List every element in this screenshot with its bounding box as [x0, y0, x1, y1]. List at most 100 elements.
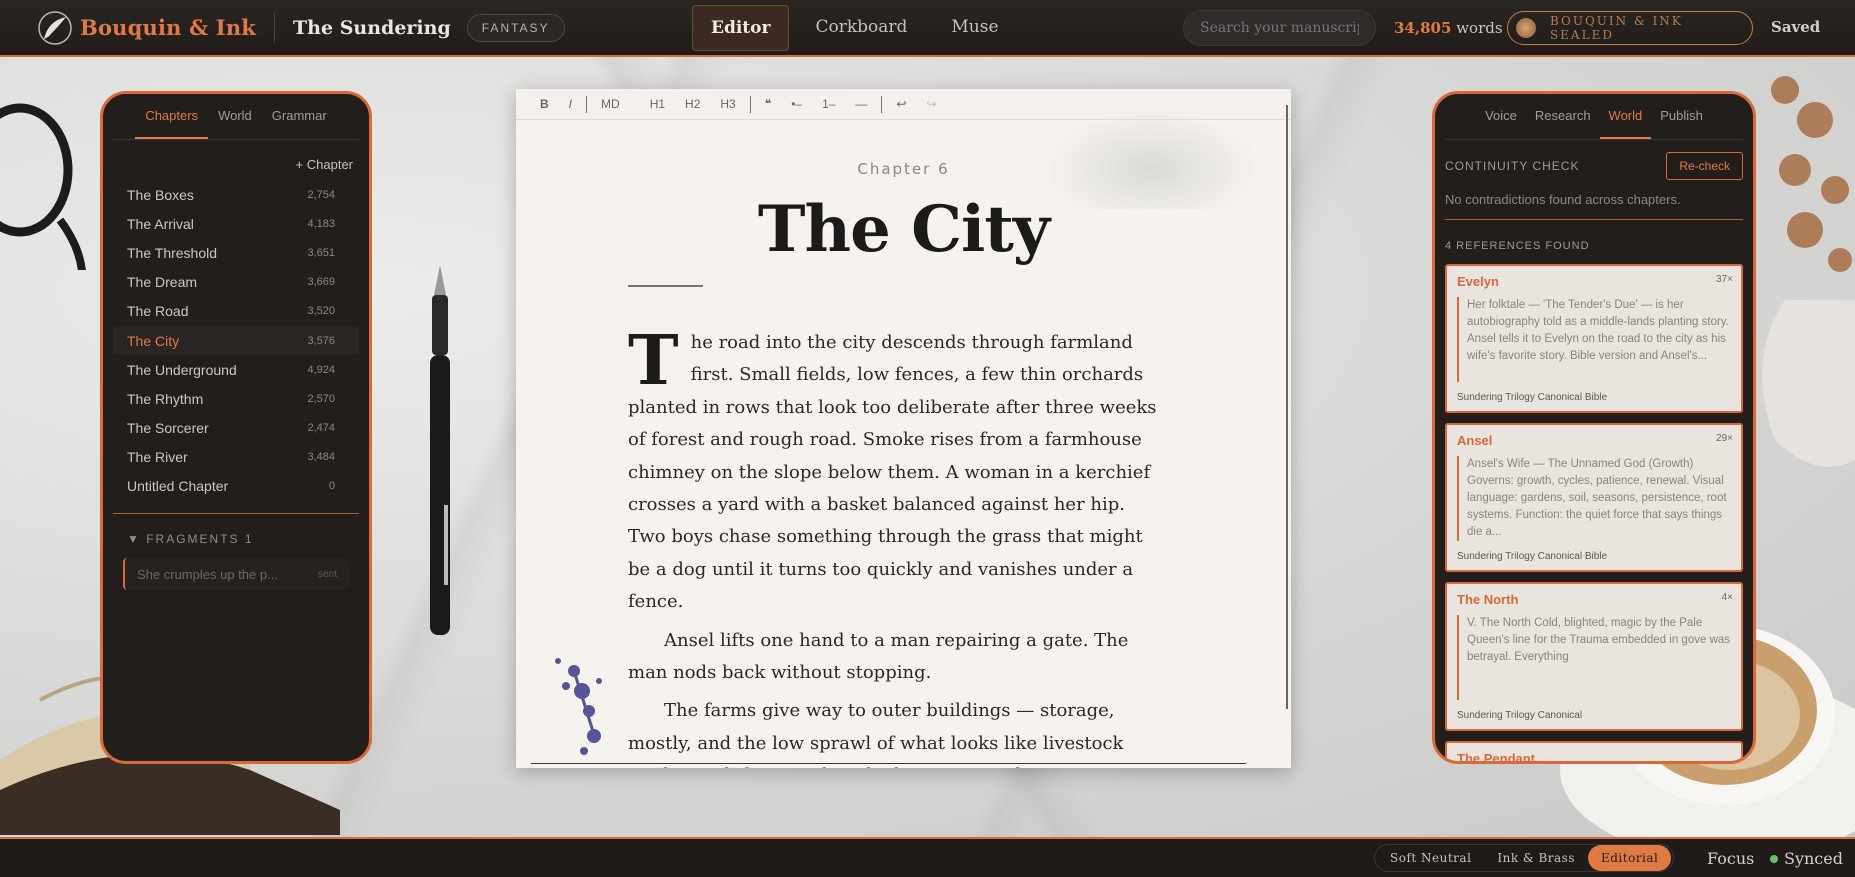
- chapter-name: The Dream: [127, 274, 198, 291]
- chapter-item[interactable]: The Underground 4,924: [113, 355, 359, 384]
- reference-card[interactable]: The North 4× V. The North Cold, blighted,…: [1445, 582, 1743, 731]
- world-panel: Voice Research World Publish CONTINUITY …: [1432, 91, 1756, 764]
- chapter-item[interactable]: The Arrival 4,183: [113, 209, 359, 238]
- watercolor-wash: [1041, 109, 1261, 209]
- reference-excerpt: Ansel's Wife — The Unnamed God (Growth) …: [1457, 456, 1733, 541]
- tab-voice[interactable]: Voice: [1476, 94, 1526, 139]
- chapter-name: Untitled Chapter: [127, 478, 229, 495]
- chapter-word-count: 3,669: [307, 276, 335, 289]
- theme-editorial[interactable]: Editorial: [1587, 845, 1672, 871]
- reference-card[interactable]: The Pendant: [1445, 741, 1743, 761]
- fragment-status: sent: [318, 568, 337, 580]
- search-input[interactable]: [1183, 10, 1376, 46]
- fragment-text: She crumples up the p...: [137, 566, 278, 582]
- chapter-item[interactable]: The Dream 3,669: [113, 268, 359, 297]
- chapter-word-count: 2,754: [307, 188, 335, 201]
- manuscript-editor[interactable]: B I MD H1 H2 H3 ❝ •– 1– — ↩ ↪ Chapter 6 …: [516, 89, 1291, 768]
- theme-ink-brass[interactable]: Ink & Brass: [1484, 851, 1588, 865]
- chapter-item-active[interactable]: The City 3,576: [113, 325, 359, 356]
- paragraph-text: he road into the city descends through f…: [628, 332, 1157, 613]
- theme-soft-neutral[interactable]: Soft Neutral: [1377, 851, 1484, 865]
- continuity-result: No contradictions found across chapters.: [1445, 192, 1681, 207]
- genre-badge[interactable]: FANTASY: [466, 13, 565, 42]
- chapter-name: The Boxes: [127, 186, 194, 203]
- italic-button[interactable]: I: [559, 97, 582, 111]
- chapter-item[interactable]: Untitled Chapter 0: [113, 472, 359, 501]
- tab-chapters[interactable]: Chapters: [135, 94, 209, 139]
- reference-count: 4×: [1721, 592, 1733, 603]
- header-divider: [274, 12, 276, 43]
- manuscript-title[interactable]: The Sundering: [293, 17, 451, 39]
- dried-flowers-vase-decoration: [1762, 76, 1855, 467]
- tab-publish[interactable]: Publish: [1651, 94, 1712, 139]
- chapter-item[interactable]: The Rhythm 2,570: [113, 384, 359, 413]
- paragraph: Ansel lifts one hand to a man repairing …: [628, 629, 1129, 684]
- page-edge-line: [531, 763, 1246, 764]
- reference-count: 29×: [1716, 433, 1733, 444]
- chapter-item[interactable]: The Threshold 3,651: [113, 238, 359, 267]
- sync-indicator-icon: [1770, 854, 1778, 863]
- chapter-name: The River: [127, 449, 188, 466]
- reference-card[interactable]: Evelyn 37× Her folktale — 'The Tender's D…: [1445, 264, 1743, 413]
- reference-excerpt: Her folktale — 'The Tender's Due' — is h…: [1457, 297, 1733, 382]
- chapter-item[interactable]: The Sorcerer 2,474: [113, 414, 359, 443]
- h2-button[interactable]: H2: [675, 97, 710, 111]
- tab-world[interactable]: World: [208, 94, 262, 139]
- fountain-pen-decoration: [430, 265, 450, 635]
- reference-source: Sundering Trilogy Canonical: [1457, 710, 1583, 721]
- redo-button[interactable]: ↪: [916, 97, 946, 111]
- seal-label: BOUQUIN & INK SEALED: [1549, 14, 1683, 42]
- reference-name: Ansel: [1457, 433, 1493, 448]
- numbered-list-button[interactable]: 1–: [812, 97, 845, 111]
- focus-mode-toggle[interactable]: Focus: [1707, 849, 1754, 868]
- panel-divider: [1445, 219, 1743, 220]
- continuity-header: CONTINUITY CHECK Re-check: [1435, 140, 1753, 180]
- chapter-item[interactable]: The River 3,484: [113, 443, 359, 472]
- chapter-word-count: 4,183: [307, 217, 335, 230]
- chapter-item[interactable]: The Boxes 2,754: [113, 180, 359, 209]
- mode-editor[interactable]: Editor: [692, 5, 790, 51]
- editor-scrollbar[interactable]: [1286, 105, 1288, 709]
- h1-button[interactable]: H1: [640, 97, 675, 111]
- tab-grammar[interactable]: Grammar: [262, 94, 337, 139]
- add-chapter-button[interactable]: + Chapter: [103, 140, 369, 180]
- ink-splatter-decoration: [555, 658, 602, 755]
- divider-button[interactable]: —: [845, 97, 877, 111]
- brand[interactable]: Bouquin & Ink: [38, 0, 256, 55]
- h3-button[interactable]: H3: [710, 97, 745, 111]
- chapter-name: The Underground: [127, 361, 237, 378]
- chapter-list: The Boxes 2,754 The Arrival 4,183 The Thre…: [103, 180, 369, 501]
- recheck-button[interactable]: Re-check: [1666, 152, 1743, 180]
- fragments-toggle[interactable]: ▼ FRAGMENTS 1: [103, 526, 369, 552]
- manuscript-body[interactable]: The road into the city descends through …: [628, 327, 1168, 768]
- tab-research[interactable]: Research: [1526, 94, 1600, 139]
- tab-world[interactable]: World: [1599, 94, 1652, 139]
- quote-button[interactable]: ❝: [755, 97, 781, 111]
- sync-label: Synced: [1784, 849, 1843, 868]
- chapter-name: The Arrival: [127, 215, 194, 232]
- fragment-card[interactable]: She crumples up the p... sent: [123, 558, 349, 591]
- undo-button[interactable]: ↩: [886, 97, 916, 111]
- reference-count: 37×: [1716, 274, 1733, 285]
- markdown-button[interactable]: MD: [591, 97, 630, 111]
- mode-switcher: Editor Corkboard Muse: [692, 5, 1017, 51]
- reference-source: Sundering Trilogy Canonical Bible: [1457, 551, 1608, 562]
- chapter-name: The Sorcerer: [127, 420, 209, 437]
- mode-corkboard[interactable]: Corkboard: [797, 5, 925, 51]
- chapter-name: The Rhythm: [127, 390, 204, 407]
- toolbar-divider: [749, 95, 751, 113]
- bullet-list-button[interactable]: •–: [781, 97, 812, 111]
- reference-card[interactable]: Ansel 29× Ansel's Wife — The Unnamed God …: [1445, 423, 1743, 572]
- eyeglasses-decoration: [0, 103, 86, 270]
- seal-button[interactable]: BOUQUIN & INK SEALED: [1507, 11, 1753, 45]
- bold-button[interactable]: B: [530, 97, 559, 111]
- theme-switcher: Soft Neutral Ink & Brass Editorial: [1374, 844, 1675, 872]
- save-status: Saved: [1771, 18, 1821, 36]
- references-count: 4 REFERENCES FOUND: [1445, 240, 1590, 252]
- reference-excerpt: V. The North Cold, blighted, magic by th…: [1457, 615, 1733, 700]
- mode-muse[interactable]: Muse: [933, 5, 1016, 51]
- status-bar: Soft Neutral Ink & Brass Editorial Focus…: [0, 837, 1855, 877]
- chapter-item[interactable]: The Road 3,520: [113, 297, 359, 326]
- brand-name: Bouquin & Ink: [80, 15, 257, 40]
- continuity-title: CONTINUITY CHECK: [1445, 159, 1580, 173]
